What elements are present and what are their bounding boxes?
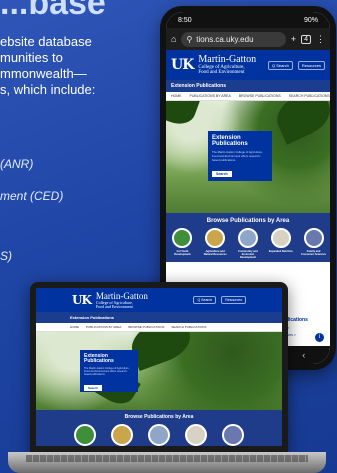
- hero-title: Extension Publications: [212, 135, 248, 148]
- uk-logo-icon[interactable]: UK: [171, 57, 194, 73]
- nav-item-search[interactable]: SEARCH PUBLICATIONS: [289, 94, 330, 98]
- intro-line: ebsite database: [0, 34, 92, 49]
- laptop-keyboard-base: [8, 452, 326, 473]
- area-label[interactable]: 4-H Youth Development: [169, 250, 195, 259]
- site-header: UK Martin-Gatton College of Agriculture,…: [166, 50, 330, 80]
- brand[interactable]: Martin-Gatton College of Agriculture, Fo…: [95, 291, 148, 309]
- intro-list-item: (ANR): [0, 157, 34, 171]
- area-community-icon[interactable]: [147, 424, 170, 446]
- intro-line: s, which include:: [0, 82, 96, 97]
- browse-section: Browse Publications by Area: [36, 410, 282, 446]
- intro-heading: ...base: [0, 0, 106, 22]
- hero-search-button[interactable]: Search: [84, 384, 103, 391]
- new-tab-icon[interactable]: +: [291, 34, 296, 44]
- hero-description: The Martin-Gatton College of Agriculture…: [84, 366, 130, 376]
- nav-item-by-area[interactable]: PUBLICATIONS BY AREA: [86, 325, 121, 329]
- tab-count-button[interactable]: 4: [301, 34, 311, 44]
- home-icon[interactable]: ⌂: [171, 34, 176, 44]
- url-text: tions.ca.uky.edu: [196, 34, 254, 44]
- nav-item-home[interactable]: HOME: [70, 325, 79, 329]
- laptop-screen: UK Martin-Gatton College of Agriculture,…: [36, 288, 282, 446]
- area-agriculture-icon[interactable]: [205, 228, 226, 248]
- hero-image: Extension Publications The Martin-Gatton…: [36, 332, 282, 410]
- site-nav: HOME PUBLICATIONS BY AREA BROWSE PUBLICA…: [36, 323, 282, 332]
- browser-url-bar: ⌂ ⚲ tions.ca.uky.edu + 4 ⋮: [166, 28, 330, 50]
- resources-button[interactable]: Resources: [221, 296, 246, 304]
- browse-section: Browse Publications by Area 4-H Youth De…: [166, 213, 330, 262]
- nav-item-browse[interactable]: BROWSE PUBLICATIONS: [128, 325, 164, 329]
- leaf-decoration: [166, 101, 200, 129]
- area-family-icon[interactable]: [222, 424, 245, 446]
- area-labels: 4-H Youth Development Agriculture and Na…: [166, 250, 330, 259]
- area-list: [166, 228, 330, 248]
- hero-image: Extension Publications The Martin-Gatton…: [166, 101, 330, 213]
- area-label[interactable]: Community and Economic Development: [235, 250, 261, 259]
- brand-title: Martin-Gatton: [198, 54, 257, 65]
- uk-logo-icon[interactable]: UK: [72, 293, 92, 307]
- site-nav: HOME PUBLICATIONS BY AREA BROWSE PUBLICA…: [166, 92, 330, 101]
- intro-paragraph: ebsite database munities to mmonwealth— …: [0, 34, 150, 98]
- hero-card: Extension Publications The Martin-Gatton…: [80, 350, 138, 392]
- status-bar: 8:50 90%: [166, 12, 330, 28]
- section-title: Extension Publications: [166, 80, 330, 92]
- site-settings-icon[interactable]: ⚲: [186, 35, 192, 44]
- brand-subtitle: Food and Environment: [198, 70, 245, 75]
- laptop-site-header: UK Martin-Gatton College of Agriculture,…: [36, 288, 282, 312]
- hero-search-button[interactable]: Search: [212, 170, 232, 177]
- area-family-icon[interactable]: [303, 228, 324, 248]
- laptop-mockup: UK Martin-Gatton College of Agriculture,…: [30, 282, 288, 454]
- area-4h-icon[interactable]: [172, 228, 193, 248]
- nav-item-browse[interactable]: BROWSE PUBLICATIONS: [239, 94, 281, 98]
- area-nutrition-icon[interactable]: [270, 228, 291, 248]
- nav-item-search[interactable]: SEARCH PUBLICATIONS: [171, 325, 206, 329]
- area-4h-icon[interactable]: [73, 424, 96, 446]
- section-title: Extension Publications: [36, 312, 282, 323]
- leaf-decoration: [270, 101, 330, 145]
- chat-icon[interactable]: i: [315, 333, 324, 342]
- browse-title: Browse Publications by Area: [206, 218, 290, 224]
- menu-icon[interactable]: ⋮: [316, 34, 325, 45]
- area-community-icon[interactable]: [237, 228, 258, 248]
- hero-title: Extension Publications: [84, 353, 114, 365]
- area-agriculture-icon[interactable]: [110, 424, 133, 446]
- nav-item-home[interactable]: HOME: [171, 94, 182, 98]
- hero-description: The Martin-Gatton College of Agriculture…: [212, 149, 263, 162]
- area-label[interactable]: Expanded Nutrition: [268, 250, 294, 259]
- area-nutrition-icon[interactable]: [185, 424, 208, 446]
- area-list: [36, 424, 282, 446]
- search-button[interactable]: Q Search: [193, 296, 217, 304]
- status-battery: 90%: [303, 16, 318, 24]
- intro-line: mmonwealth—: [0, 66, 87, 81]
- hero-card: Extension Publications The Martin-Gatton…: [208, 131, 272, 181]
- brand-subtitle: Food and Environment: [95, 303, 133, 309]
- resources-button[interactable]: Resources: [297, 60, 325, 70]
- intro-list-item: ment (CED): [0, 189, 64, 203]
- nav-item-by-area[interactable]: PUBLICATIONS BY AREA: [190, 94, 231, 98]
- area-label[interactable]: Family and Consumer Sciences: [301, 250, 327, 259]
- back-icon[interactable]: ‹: [302, 350, 305, 360]
- keyboard: [26, 455, 308, 462]
- intro-list-item: S): [0, 249, 12, 263]
- intro-line: munities to: [0, 50, 63, 65]
- browse-title: Browse Publications by Area: [124, 414, 194, 420]
- address-field[interactable]: ⚲ tions.ca.uky.edu: [181, 31, 286, 47]
- area-label[interactable]: Agriculture and Natural Resources: [202, 250, 228, 259]
- search-button[interactable]: Q Search: [267, 60, 293, 70]
- status-time: 8:50: [178, 16, 192, 24]
- brand[interactable]: Martin-Gatton College of Agriculture, Fo…: [198, 54, 257, 76]
